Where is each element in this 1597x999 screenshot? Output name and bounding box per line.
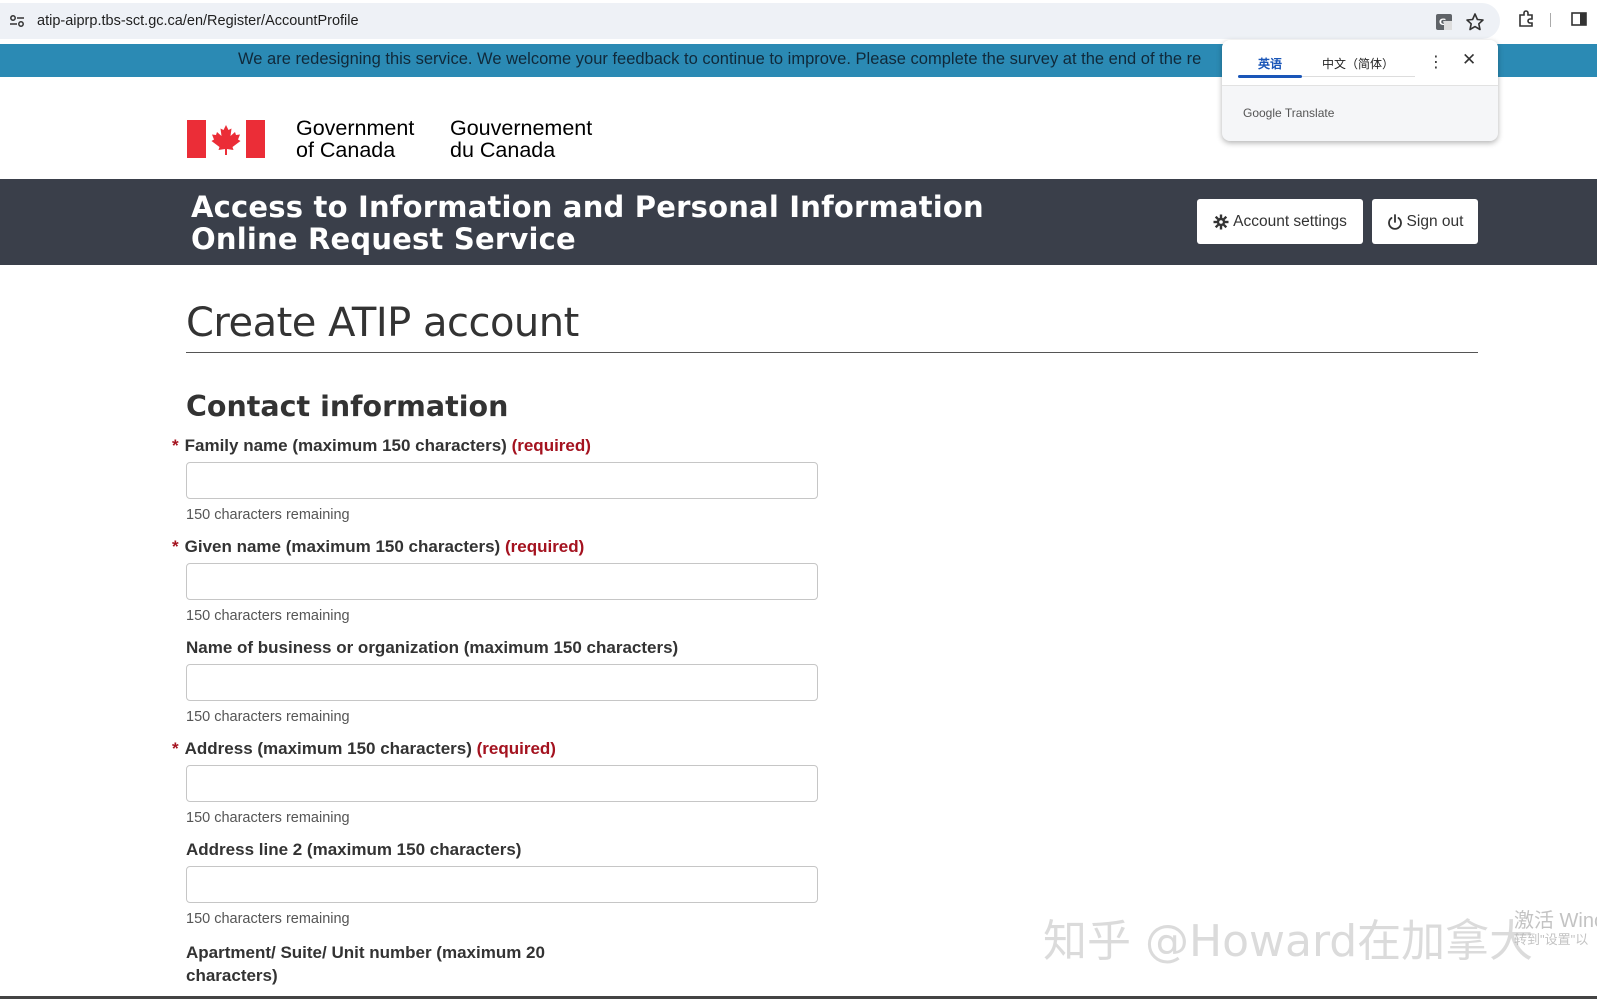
- account-settings-button[interactable]: Account settings: [1197, 199, 1363, 244]
- family-name-label: * Family name (maximum 150 characters) (r…: [172, 436, 591, 456]
- sign-out-label: Sign out: [1406, 212, 1464, 230]
- address-input[interactable]: [186, 765, 818, 802]
- tab-source-language[interactable]: 英语: [1258, 55, 1282, 72]
- required-indicator: (required): [511, 436, 591, 455]
- given-name-label: * Given name (maximum 150 characters) (re…: [172, 537, 584, 557]
- signature-en-line1: Government: [296, 116, 415, 140]
- organization-input[interactable]: [186, 664, 818, 701]
- signature-fr-line1: Gouvernement: [450, 116, 593, 140]
- zhihu-watermark: 知乎 @Howard在加拿大: [1043, 916, 1534, 967]
- close-icon[interactable]: ✕: [1462, 50, 1476, 70]
- sign-out-button[interactable]: Sign out: [1372, 199, 1478, 244]
- google-translate-brand: Google Translate: [1243, 106, 1335, 120]
- gc-signature-english: Government of Canada: [296, 117, 414, 161]
- app-title-bar: Access to Information and Personal Infor…: [0, 179, 1597, 265]
- power-icon: [1387, 213, 1402, 230]
- tab-divider: [1302, 76, 1415, 77]
- notice-text: We are redesigning this service. We welc…: [238, 50, 1202, 68]
- family-name-label-text: Family name (maximum 150 characters): [184, 436, 507, 455]
- signature-en-line2: of Canada: [296, 138, 396, 162]
- google-translate-popup: 英语 中文（简体） ⋮ ✕ Google Translate: [1222, 40, 1498, 141]
- address-bar[interactable]: atip-aiprp.tbs-sct.gc.ca/en/Register/Acc…: [0, 3, 1500, 39]
- family-name-char-count: 150 characters remaining: [186, 507, 350, 523]
- url-text[interactable]: atip-aiprp.tbs-sct.gc.ca/en/Register/Acc…: [37, 13, 359, 29]
- signature-fr-line2: du Canada: [450, 138, 556, 162]
- address-label: * Address (maximum 150 characters) (requi…: [172, 739, 556, 759]
- title-divider: [186, 352, 1478, 353]
- translate-icon[interactable]: G: [1434, 12, 1454, 32]
- tab-target-language[interactable]: 中文（简体）: [1322, 55, 1394, 72]
- page-title: Create ATIP account: [186, 300, 579, 346]
- side-panel-icon[interactable]: [1569, 9, 1589, 29]
- required-marker: *: [172, 436, 179, 455]
- section-title: Contact information: [186, 390, 509, 423]
- required-marker: *: [172, 739, 179, 758]
- browser-toolbar: atip-aiprp.tbs-sct.gc.ca/en/Register/Acc…: [0, 0, 1597, 42]
- organization-label-text: Name of business or organization (maximu…: [186, 638, 679, 657]
- toolbar-divider: [1550, 13, 1551, 27]
- address-line2-label-text: Address line 2 (maximum 150 characters): [186, 840, 522, 859]
- service-title[interactable]: Access to Information and Personal Infor…: [191, 191, 984, 255]
- address-line2-input[interactable]: [186, 866, 818, 903]
- extensions-icon[interactable]: [1516, 9, 1536, 29]
- account-settings-label: Account settings: [1233, 212, 1347, 230]
- service-title-line2: Online Request Service: [191, 222, 576, 256]
- unit-number-label: Apartment/ Suite/ Unit number (maximum 2…: [186, 943, 545, 985]
- organization-label: Name of business or organization (maximu…: [172, 638, 678, 658]
- given-name-label-text: Given name (maximum 150 characters): [184, 537, 501, 556]
- gc-signature-french: Gouvernement du Canada: [450, 117, 592, 161]
- address-line2-char-count: 150 characters remaining: [186, 911, 350, 927]
- family-name-input[interactable]: [186, 462, 818, 499]
- canada-flag-icon: [187, 120, 265, 158]
- organization-char-count: 150 characters remaining: [186, 709, 350, 725]
- active-tab-indicator: [1238, 75, 1302, 78]
- address-char-count: 150 characters remaining: [186, 810, 350, 826]
- more-options-icon[interactable]: ⋮: [1428, 52, 1444, 72]
- gear-icon: [1213, 214, 1229, 229]
- required-indicator: (required): [504, 537, 585, 556]
- required-marker: *: [172, 537, 179, 556]
- translate-tabs: 英语 中文（简体） ⋮ ✕: [1222, 40, 1498, 86]
- required-indicator: (required): [476, 739, 556, 758]
- service-title-line1: Access to Information and Personal Infor…: [191, 190, 984, 224]
- address-label-text: Address (maximum 150 characters): [184, 739, 472, 758]
- windows-activation-subtext: 转到"设置"以: [1514, 932, 1589, 947]
- address-line2-label: Address line 2 (maximum 150 characters): [172, 840, 521, 860]
- given-name-input[interactable]: [186, 563, 818, 600]
- bookmark-star-icon[interactable]: [1465, 12, 1485, 32]
- given-name-char-count: 150 characters remaining: [186, 608, 350, 624]
- site-info-icon[interactable]: [9, 14, 25, 28]
